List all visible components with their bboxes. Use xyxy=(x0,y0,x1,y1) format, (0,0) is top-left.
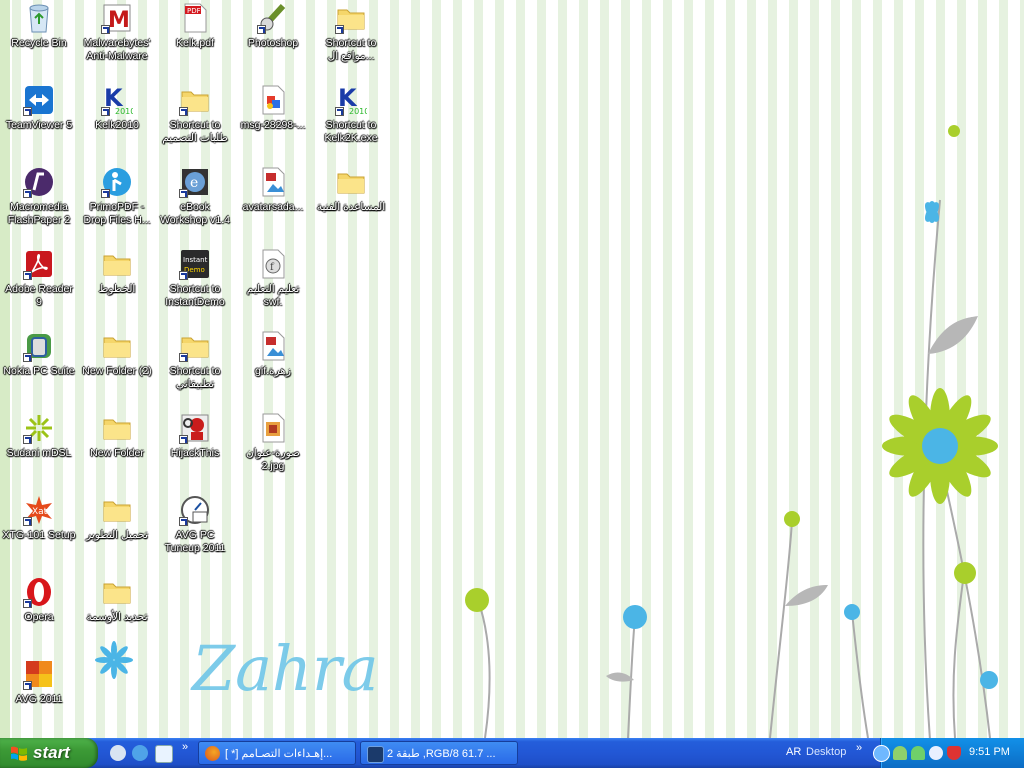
desktop-icon-tech-support[interactable]: المساعدة الفنية xyxy=(312,164,390,214)
desktop-icon-swf-file[interactable]: f تعليم التعليم swf. xyxy=(234,246,312,309)
quick-launch-media-icon[interactable] xyxy=(110,745,126,761)
folder-icon xyxy=(179,84,211,116)
desktop-icon-avatarsada[interactable]: avatarsada... xyxy=(234,164,312,214)
desktop-toolbar-overflow-icon[interactable]: » xyxy=(856,742,862,754)
gif-file-icon xyxy=(257,330,289,362)
ebook-icon: e xyxy=(179,166,211,198)
desktop-icon-design-requests[interactable]: Shortcut to طلبات التصميم xyxy=(156,82,234,145)
instant-demo-icon: Instant Demo xyxy=(179,248,211,280)
svg-text:2010: 2010 xyxy=(349,107,367,116)
desktop-icon-malwarebytes[interactable]: M Malwarebytes' Anti-Malware xyxy=(78,0,156,63)
desktop-icon-folder-upload[interactable]: تحميل التطوير xyxy=(78,492,156,542)
adobe-reader-icon xyxy=(23,248,55,280)
recycle-bin-icon xyxy=(23,2,55,34)
desktop-icon-kelk-pdf[interactable]: PDF Kelk.pdf xyxy=(156,0,234,50)
firefox-icon xyxy=(205,746,220,761)
kelk-icon: K 2010 xyxy=(101,84,135,116)
svg-text:PDF: PDF xyxy=(187,7,201,15)
swf-file-icon: f xyxy=(257,248,289,280)
desktop-icon-recycle-bin[interactable]: Recycle Bin xyxy=(0,0,78,50)
messenger-status-icon[interactable] xyxy=(911,746,925,760)
desktop-icon-new-folder[interactable]: New Folder xyxy=(78,410,156,460)
network-users-icon[interactable] xyxy=(893,746,907,760)
desktop-icon-folder-badges[interactable]: تحديد الأوسمة xyxy=(78,574,156,624)
svg-text:M: M xyxy=(108,8,130,33)
pdf-file-icon: PDF xyxy=(179,2,211,34)
desktop-icon-opera[interactable]: Opera xyxy=(0,574,78,624)
windows-flag-icon xyxy=(11,746,27,761)
folder-icon xyxy=(101,330,133,362)
desktop-icon-folder-fonts[interactable]: الخطوط xyxy=(78,246,156,296)
desktop-icon-primopdf[interactable]: PrimoPDF - Drop Files H... xyxy=(78,164,156,227)
desktop-icon-gif-file[interactable]: gif.زهرة xyxy=(234,328,312,378)
svg-text:e: e xyxy=(190,175,198,191)
primopdf-icon xyxy=(101,166,133,198)
image-file-icon xyxy=(257,84,289,116)
desktop-icon-teamviewer[interactable]: TeamViewer 5 xyxy=(0,82,78,132)
desktop-icon-hijackthis[interactable]: HijackThis xyxy=(156,410,234,460)
desktop: Zahra Recycle Bin TeamViewer 5 Macromedi… xyxy=(0,0,1024,738)
wallpaper-text: Zahra xyxy=(190,632,379,705)
task-label-photoshop: طبقة 2 ,RGB/8 61.7 ... xyxy=(387,748,496,760)
folder-icon xyxy=(335,166,367,198)
desktop-icon-instantdemo[interactable]: Instant Demo Shortcut to InstantDemo xyxy=(156,246,234,309)
folder-icon xyxy=(101,576,133,608)
malwarebytes-icon: M xyxy=(101,2,133,34)
desktop-icon-xtg[interactable]: Xat XTG-101 Setup xyxy=(0,492,78,542)
desktop-icon-flashpaper[interactable]: Macromedia FlashPaper 2 xyxy=(0,164,78,227)
folder-icon xyxy=(335,2,367,34)
flashpaper-icon xyxy=(23,166,55,198)
folder-icon xyxy=(179,330,211,362)
start-button[interactable]: start xyxy=(0,738,98,768)
system-tray: 9:51 PM xyxy=(873,738,1024,768)
desktop-icon-adobe-reader[interactable]: Adobe Reader 9 xyxy=(0,246,78,309)
task-label-firefox: [ *] إهـداءات التصـامم... xyxy=(225,748,333,760)
desktop-icon-my-apps[interactable]: Shortcut to تطبيقاتي xyxy=(156,328,234,391)
desktop-icon-photoshop[interactable]: Photoshop xyxy=(234,0,312,50)
desktop-icon-avg[interactable]: AVG 2011 xyxy=(0,656,78,706)
kelk-icon: K 2010 xyxy=(335,84,369,116)
opera-icon xyxy=(23,576,55,608)
photoshop-task-icon xyxy=(367,746,384,763)
photoshop-icon xyxy=(257,2,289,34)
show-hidden-icons-icon[interactable] xyxy=(873,745,890,762)
desktop-icon-nokia[interactable]: Nokia PC Suite xyxy=(0,328,78,378)
folder-icon xyxy=(101,494,133,526)
svg-text:Xat: Xat xyxy=(32,507,48,517)
folder-icon xyxy=(101,412,133,444)
hijackthis-icon xyxy=(179,412,211,444)
desktop-icon-sudani[interactable]: Sudani mDSL xyxy=(0,410,78,460)
desktop-icon-ebook-workshop[interactable]: e eBook Workshop v1.4 xyxy=(156,164,234,227)
nokia-icon xyxy=(23,330,55,362)
desktop-icon-kelk2k-shortcut[interactable]: K 2010 Shortcut to Kelk2K.exe xyxy=(312,82,390,145)
quick-launch-browser-icon[interactable] xyxy=(155,745,173,763)
jpg-file-icon xyxy=(257,412,289,444)
clock[interactable]: 9:51 PM xyxy=(969,746,1010,758)
avg-tuneup-icon xyxy=(179,494,211,526)
task-button-photoshop[interactable]: طبقة 2 ,RGB/8 61.7 ... xyxy=(360,741,518,765)
task-button-firefox[interactable]: [ *] إهـداءات التصـامم... xyxy=(198,741,356,765)
quick-launch-overflow-icon[interactable]: » xyxy=(182,741,188,753)
desktop-toolbar-label[interactable]: Desktop xyxy=(806,746,846,758)
desktop-icon-jpg-file[interactable]: صورة-عنوان 2.jpg xyxy=(234,410,312,473)
svg-text:Instant: Instant xyxy=(183,256,208,264)
avg-icon xyxy=(23,658,55,690)
desktop-icon-avg-tuneup[interactable]: AVG PC Tuneup 2011 xyxy=(156,492,234,555)
quick-launch-messenger-icon[interactable] xyxy=(132,745,148,761)
taskbar: start » [ *] إهـداءات التصـامم... طبقة 2… xyxy=(0,738,1024,768)
folder-icon xyxy=(101,248,133,280)
teamviewer-icon xyxy=(23,84,55,116)
start-label: start xyxy=(33,743,70,762)
desktop-icon-new-folder-2[interactable]: New Folder (2) xyxy=(78,328,156,378)
xtg-icon: Xat xyxy=(23,494,55,526)
language-indicator[interactable]: AR xyxy=(786,746,801,758)
image-file-icon xyxy=(257,166,289,198)
security-shield-icon[interactable] xyxy=(947,746,961,760)
svg-text:2010: 2010 xyxy=(115,107,133,116)
desktop-icon-sites-shortcut[interactable]: Shortcut to مواقع ال... xyxy=(312,0,390,63)
chat-bubble-icon[interactable] xyxy=(929,746,943,760)
sudani-icon xyxy=(23,412,55,444)
desktop-icon-kelk2010[interactable]: K 2010 Kelk2010 xyxy=(78,82,156,132)
desktop-icon-msg-image[interactable]: msg-28298-... xyxy=(234,82,312,132)
